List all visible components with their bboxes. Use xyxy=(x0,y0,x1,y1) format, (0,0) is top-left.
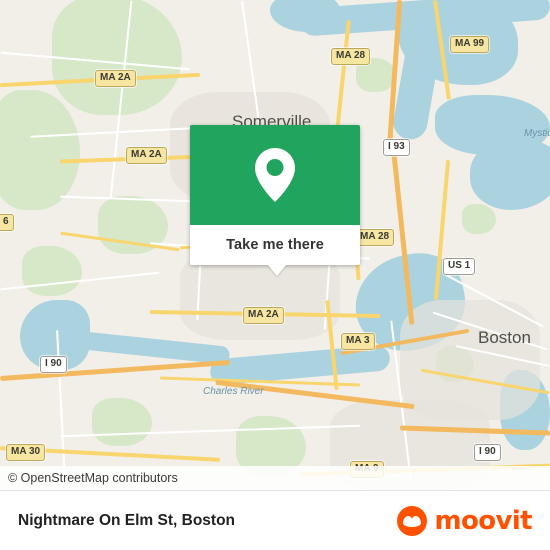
route-shield-us1: US 1 xyxy=(443,258,476,275)
route-shield-ma28-north: MA 28 xyxy=(331,48,371,65)
moovit-brand[interactable]: moovit xyxy=(397,505,533,536)
popup-header xyxy=(190,125,360,225)
park-east xyxy=(462,204,496,234)
popup-action-bar[interactable]: Take me there xyxy=(190,225,360,276)
route-shield-ma2a-south: MA 2A xyxy=(243,307,284,324)
route-shield-i90-west: I 90 xyxy=(40,356,67,373)
location-title: Nightmare On Elm St, Boston xyxy=(18,511,236,529)
map-attribution[interactable]: © OpenStreetMap contributors xyxy=(0,466,550,490)
map-canvas[interactable]: Somerville Boston Charles River Mystic M… xyxy=(0,0,550,490)
route-shield-i93: I 93 xyxy=(383,139,410,156)
place-label-charles-river: Charles River xyxy=(203,386,264,397)
route-shield-ma30: MA 30 xyxy=(6,444,46,461)
route-shield-i90-east: I 90 xyxy=(474,444,501,461)
route-shield-ma2a-north: MA 2A xyxy=(95,70,136,87)
location-popup[interactable]: Take me there xyxy=(190,125,360,276)
water-harbor-south xyxy=(470,140,550,210)
park-mid-west xyxy=(22,246,82,296)
moovit-wordmark: moovit xyxy=(434,505,532,536)
route-shield-ma2a-mid: MA 2A xyxy=(126,147,167,164)
take-me-there-button[interactable]: Take me there xyxy=(226,237,324,253)
footer-bar: Nightmare On Elm St, Boston moovit xyxy=(0,490,550,550)
place-label-boston: Boston xyxy=(478,328,531,347)
route-shield-6: 6 xyxy=(0,214,14,231)
moovit-logo-icon xyxy=(397,505,428,536)
route-shield-ma28-south: MA 28 xyxy=(355,229,395,246)
popup-tail xyxy=(268,265,286,276)
route-shield-ma99: MA 99 xyxy=(450,36,490,53)
map-screen: Somerville Boston Charles River Mystic M… xyxy=(0,0,550,550)
map-pin-icon xyxy=(251,145,299,205)
place-label-mystic: Mystic xyxy=(524,128,550,139)
route-shield-ma3: MA 3 xyxy=(341,333,375,350)
park-southwest xyxy=(92,398,152,446)
